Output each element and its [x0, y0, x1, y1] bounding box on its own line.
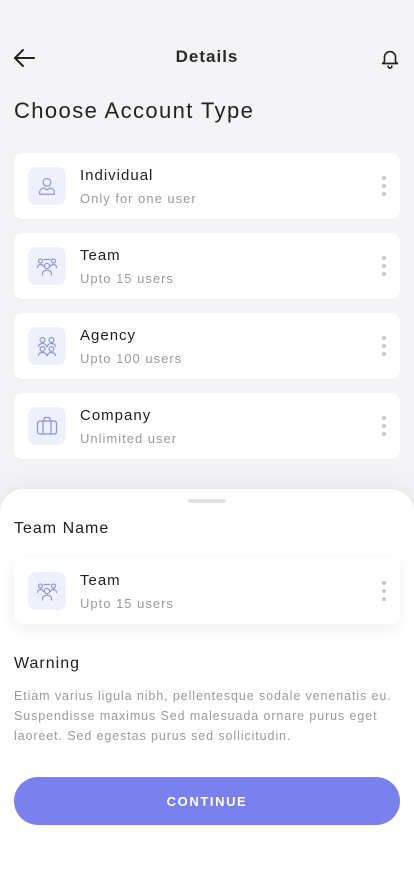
team-icon: [36, 258, 58, 276]
account-icon-box: [28, 247, 66, 285]
warning-text: Etiam varius ligula nibh, pellentesque s…: [14, 689, 392, 743]
section-heading: Choose Account Type: [14, 98, 255, 123]
group-icon: [37, 336, 57, 357]
account-option-subtitle: Upto 15 users: [80, 271, 174, 286]
account-option-subtitle: Only for one user: [80, 191, 197, 206]
user-icon: [39, 177, 55, 195]
account-option-individual[interactable]: Individual Only for one user: [14, 153, 400, 219]
account-option-subtitle: Unlimited user: [80, 431, 178, 446]
warning-label: Warning: [14, 655, 80, 672]
account-option-title: Team: [80, 247, 121, 264]
selected-account-subtitle: Upto 15 users: [80, 596, 174, 611]
more-options-icon[interactable]: [378, 173, 390, 199]
account-icon-box: [28, 407, 66, 445]
bell-icon: [381, 50, 399, 69]
sheet-drag-handle[interactable]: [188, 499, 226, 503]
selected-account-title: Team: [80, 572, 121, 589]
account-option-subtitle: Upto 100 users: [80, 351, 183, 366]
more-options-icon[interactable]: [378, 578, 390, 604]
selected-account-card[interactable]: Team Upto 15 users: [14, 558, 400, 624]
page-title: Details: [175, 47, 239, 66]
notification-button[interactable]: [376, 44, 404, 72]
continue-button[interactable]: CONTINUE: [14, 777, 400, 825]
more-options-icon[interactable]: [378, 413, 390, 439]
account-icon-box: [28, 327, 66, 365]
team-icon: [36, 583, 58, 601]
bottom-sheet: Team Name Team Upto 15 users Warning Eti…: [0, 489, 414, 896]
account-icon-box: [28, 572, 66, 610]
account-option-agency[interactable]: Agency Upto 100 users: [14, 313, 400, 379]
more-options-icon[interactable]: [378, 333, 390, 359]
briefcase-icon: [36, 416, 58, 435]
account-option-title: Individual: [80, 167, 154, 184]
account-option-company[interactable]: Company Unlimited user: [14, 393, 400, 459]
more-options-icon[interactable]: [378, 253, 390, 279]
account-option-team[interactable]: Team Upto 15 users: [14, 233, 400, 299]
team-name-label: Team Name: [14, 520, 110, 537]
account-icon-box: [28, 167, 66, 205]
account-option-title: Agency: [80, 327, 137, 344]
account-option-title: Company: [80, 407, 152, 424]
